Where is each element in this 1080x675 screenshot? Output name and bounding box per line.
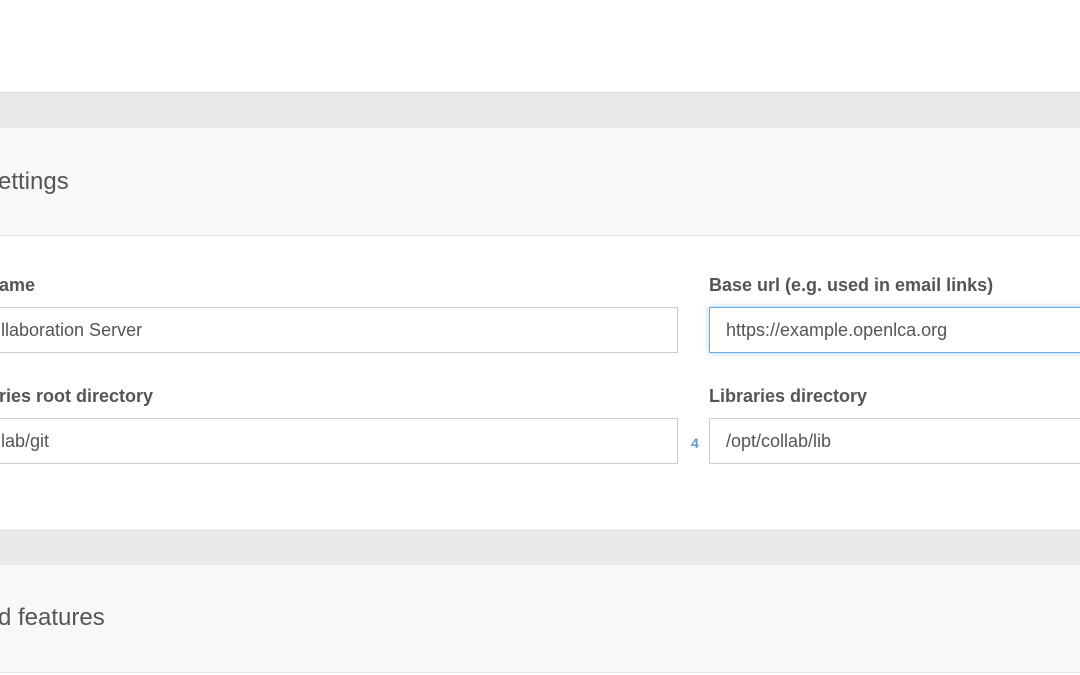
features-panel-heading: d features [0,565,1080,673]
repositories-dir-input[interactable] [0,418,678,464]
name-input[interactable] [0,307,678,353]
settings-panel-title: ettings [0,168,69,195]
repositories-dir-label: ries root directory [0,386,154,406]
name-label: ame [0,275,36,295]
field-indicator-badge: 4 [691,435,699,451]
libraries-dir-input[interactable] [709,418,1080,464]
top-bar [0,0,1080,93]
libraries-dir-label: Libraries directory [709,386,868,406]
base-url-label: Base url (e.g. used in email links) [709,275,994,295]
base-url-input[interactable] [709,307,1080,353]
features-panel-title: d features [0,604,105,631]
features-panel: d features [0,565,1080,675]
settings-panel: ettings ame Base url (e.g. used in email… [0,128,1080,529]
settings-panel-heading: ettings [0,128,1080,236]
